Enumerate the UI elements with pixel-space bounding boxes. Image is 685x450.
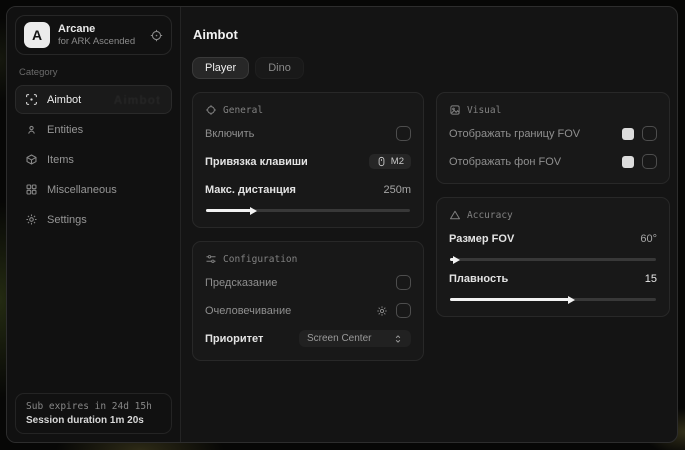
general-card-header: General <box>205 104 411 116</box>
ghost-watermark: Aimbot <box>114 93 161 107</box>
tab-player[interactable]: Player <box>192 57 249 79</box>
keybind-row: Привязка клавиши M2 <box>205 151 411 172</box>
distance-slider-fill <box>206 209 251 212</box>
smoothness-slider[interactable] <box>450 298 656 301</box>
accuracy-card-header: Accuracy <box>449 209 657 221</box>
sub-expires-text: Sub expires in 24d 15h <box>26 401 161 412</box>
card-title: General <box>223 105 263 116</box>
visual-card: Visual Отображать границу FOV Отображать… <box>436 92 670 184</box>
humanize-row: Очеловечивание <box>205 300 411 321</box>
fov-size-value: 60° <box>640 233 657 245</box>
sidebar-item-label: Miscellaneous <box>47 184 117 196</box>
app-subtitle: for ARK Ascended <box>58 36 135 47</box>
fov-border-row: Отображать границу FOV <box>449 123 657 144</box>
prediction-row: Предсказание <box>205 272 411 293</box>
visual-card-header: Visual <box>449 104 657 116</box>
distance-value: 250m <box>383 184 411 196</box>
smoothness-row: Плавность 15 <box>449 268 657 289</box>
sidebar-item-miscellaneous[interactable]: Miscellaneous <box>15 175 172 204</box>
fov-border-label: Отображать границу FOV <box>449 128 580 140</box>
keybind-value: M2 <box>391 156 404 167</box>
right-column: Visual Отображать границу FOV Отображать… <box>436 92 670 361</box>
session-duration-text: Session duration 1m 20s <box>26 415 161 426</box>
sidebar-item-label: Settings <box>47 214 87 226</box>
fov-bg-color-swatch[interactable] <box>622 156 634 168</box>
enable-checkbox[interactable] <box>396 126 411 141</box>
category-label: Category <box>19 67 168 78</box>
box-icon <box>25 153 38 166</box>
sidebar-item-settings[interactable]: Settings <box>15 205 172 234</box>
sidebar-item-label: Aimbot <box>47 94 81 106</box>
smoothness-label: Плавность <box>449 273 508 285</box>
sliders-icon <box>205 253 217 265</box>
sidebar-item-aimbot[interactable]: Aimbot Aimbot <box>15 85 172 114</box>
triangle-icon <box>449 209 461 221</box>
sidebar-item-label: Items <box>47 154 74 166</box>
gear-icon <box>25 213 38 226</box>
gear-icon[interactable] <box>376 305 388 317</box>
configuration-card-header: Configuration <box>205 253 411 265</box>
smoothness-slider-fill <box>450 298 569 301</box>
page-title: Aimbot <box>193 27 670 42</box>
distance-label: Макс. дистанция <box>205 184 296 196</box>
fov-size-row: Размер FOV 60° <box>449 228 657 249</box>
fov-border-checkbox[interactable] <box>642 126 657 141</box>
card-title: Visual <box>467 105 501 116</box>
keybind-button[interactable]: M2 <box>369 154 411 169</box>
prediction-label: Предсказание <box>205 277 277 289</box>
app-window: A Arcane for ARK Ascended Category <box>6 6 678 443</box>
configuration-card: Configuration Предсказание Очеловечивани… <box>192 241 424 361</box>
sidebar-item-label: Entities <box>47 124 83 136</box>
prediction-checkbox[interactable] <box>396 275 411 290</box>
mouse-icon <box>376 156 387 167</box>
grid-icon <box>25 183 38 196</box>
humanize-label: Очеловечивание <box>205 305 291 317</box>
sidebar: A Arcane for ARK Ascended Category <box>7 7 181 442</box>
sidebar-item-items[interactable]: Items <box>15 145 172 174</box>
priority-row: Приоритет Screen Center <box>205 328 411 349</box>
smoothness-value: 15 <box>645 273 657 285</box>
fov-bg-label: Отображать фон FOV <box>449 156 561 168</box>
keybind-label: Привязка клавиши <box>205 156 308 168</box>
content-grid: General Включить Привязка клавиши <box>192 92 670 361</box>
card-title: Accuracy <box>467 210 513 221</box>
left-column: General Включить Привязка клавиши <box>192 92 424 361</box>
chevrons-updown-icon <box>393 334 403 344</box>
fov-size-label: Размер FOV <box>449 233 514 245</box>
crosshair-icon <box>25 93 38 106</box>
tab-bar: Player Dino <box>192 57 670 79</box>
distance-row: Макс. дистанция 250m <box>205 179 411 200</box>
enable-label: Включить <box>205 128 254 140</box>
priority-label: Приоритет <box>205 333 263 345</box>
sidebar-item-entities[interactable]: Entities <box>15 115 172 144</box>
sidebar-nav: Aimbot Aimbot Entities <box>15 85 172 234</box>
enable-row: Включить <box>205 123 411 144</box>
subscription-status-card: Sub expires in 24d 15h Session duration … <box>15 393 172 434</box>
image-icon <box>449 104 461 116</box>
person-scan-icon <box>25 123 38 136</box>
main-panel: Aimbot Player Dino General <box>181 7 678 442</box>
target-icon[interactable] <box>150 29 163 42</box>
fov-border-color-swatch[interactable] <box>622 128 634 140</box>
humanize-checkbox[interactable] <box>396 303 411 318</box>
distance-slider[interactable] <box>206 209 410 212</box>
priority-selected-value: Screen Center <box>307 333 371 344</box>
screen: A Arcane for ARK Ascended Category <box>0 0 685 450</box>
logo-card: A Arcane for ARK Ascended <box>15 15 172 55</box>
fov-size-slider-fill <box>450 258 454 261</box>
fov-bg-checkbox[interactable] <box>642 154 657 169</box>
tab-dino[interactable]: Dino <box>255 57 304 79</box>
app-logo: A <box>24 22 50 48</box>
fov-size-slider[interactable] <box>450 258 656 261</box>
accuracy-card: Accuracy Размер FOV 60° Плавность <box>436 197 670 317</box>
app-title: Arcane <box>58 23 135 35</box>
logo-text: Arcane for ARK Ascended <box>58 23 135 47</box>
scope-icon <box>205 104 217 116</box>
general-card: General Включить Привязка клавиши <box>192 92 424 228</box>
card-title: Configuration <box>223 254 297 265</box>
priority-select[interactable]: Screen Center <box>299 330 411 347</box>
fov-bg-row: Отображать фон FOV <box>449 151 657 172</box>
